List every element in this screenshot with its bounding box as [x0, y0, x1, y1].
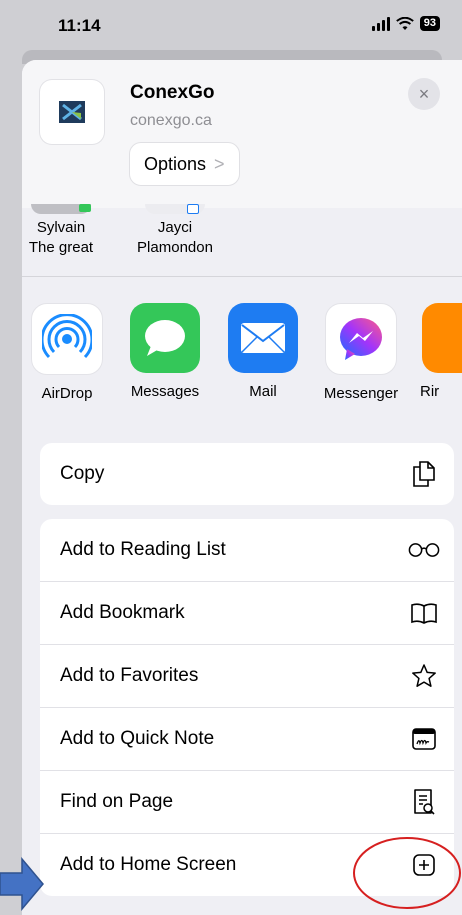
person-name-line1: Jayci — [157, 219, 193, 236]
share-sheet: ConexGo conexgo.ca Options > × Sylvain T… — [22, 60, 462, 915]
apps-row: AirDrop Messages Mail Messenger Rir — [22, 303, 462, 403]
person-name-line1: Sylvain — [36, 219, 86, 236]
signal-icon — [371, 16, 390, 31]
share-sheet-header: ConexGo conexgo.ca Options > × — [22, 60, 462, 208]
airdrop-icon — [31, 303, 103, 375]
add-to-reading-list-row[interactable]: Add to Reading List — [40, 519, 454, 581]
add-to-favorites-row[interactable]: Add to Favorites — [40, 644, 454, 707]
action-label: Add Bookmark — [60, 602, 185, 623]
status-bar: 11:14 93 — [0, 0, 462, 56]
chevron-right-icon: > — [214, 153, 225, 174]
partial-app-icon — [422, 303, 462, 373]
app-label: Mail — [249, 383, 277, 400]
quick-note-icon — [408, 723, 440, 755]
action-label: Add to Favorites — [60, 665, 199, 686]
copy-icon — [408, 458, 440, 490]
action-label: Add to Reading List — [60, 539, 226, 560]
app-label: Rir — [420, 383, 440, 400]
avatar — [31, 204, 91, 214]
avatar — [145, 204, 205, 214]
app-messages[interactable]: Messages — [120, 303, 210, 400]
app-partial[interactable]: Rir — [414, 303, 462, 400]
section-divider — [22, 276, 462, 277]
wifi-icon — [395, 16, 414, 30]
person-name-line2: Plamondon — [137, 239, 213, 256]
person-jayci[interactable]: Jayci Plamondon — [130, 204, 220, 258]
close-button[interactable]: × — [408, 78, 440, 110]
star-icon — [408, 660, 440, 692]
action-label: Copy — [60, 463, 105, 484]
copy-card: Copy — [40, 443, 454, 505]
find-document-icon — [408, 786, 440, 818]
action-label: Find on Page — [60, 791, 174, 812]
copy-row[interactable]: Copy — [40, 443, 454, 505]
app-label: AirDrop — [41, 385, 93, 402]
close-icon: × — [418, 83, 430, 104]
app-airdrop[interactable]: AirDrop — [22, 303, 112, 402]
site-icon — [40, 80, 104, 144]
highlight-circle-annotation — [353, 837, 461, 909]
app-messenger[interactable]: Messenger — [316, 303, 406, 402]
options-label: Options — [144, 153, 207, 174]
add-bookmark-row[interactable]: Add Bookmark — [40, 581, 454, 644]
person-sylvain[interactable]: Sylvain The great — [22, 204, 106, 258]
app-label: Messages — [130, 383, 200, 400]
person-name-line2: The great — [28, 239, 94, 256]
pointer-arrow-annotation — [0, 857, 44, 911]
site-url: conexgo.ca — [130, 112, 212, 129]
mail-icon — [228, 303, 298, 373]
app-label: Messenger — [323, 385, 399, 402]
status-icons: 93 — [371, 16, 440, 31]
add-to-quick-note-row[interactable]: Add to Quick Note — [40, 707, 454, 770]
options-button[interactable]: Options > — [129, 142, 240, 186]
reading-glasses-icon — [408, 534, 440, 566]
app-mail[interactable]: Mail — [218, 303, 308, 400]
site-title: ConexGo — [130, 82, 215, 103]
messenger-icon — [325, 303, 397, 375]
status-time: 11:14 — [58, 16, 101, 35]
action-label: Add to Home Screen — [60, 854, 237, 875]
messages-icon — [130, 303, 200, 373]
find-on-page-row[interactable]: Find on Page — [40, 770, 454, 833]
battery-icon: 93 — [419, 16, 440, 31]
bookmark-book-icon — [408, 597, 440, 629]
action-label: Add to Quick Note — [60, 728, 215, 749]
